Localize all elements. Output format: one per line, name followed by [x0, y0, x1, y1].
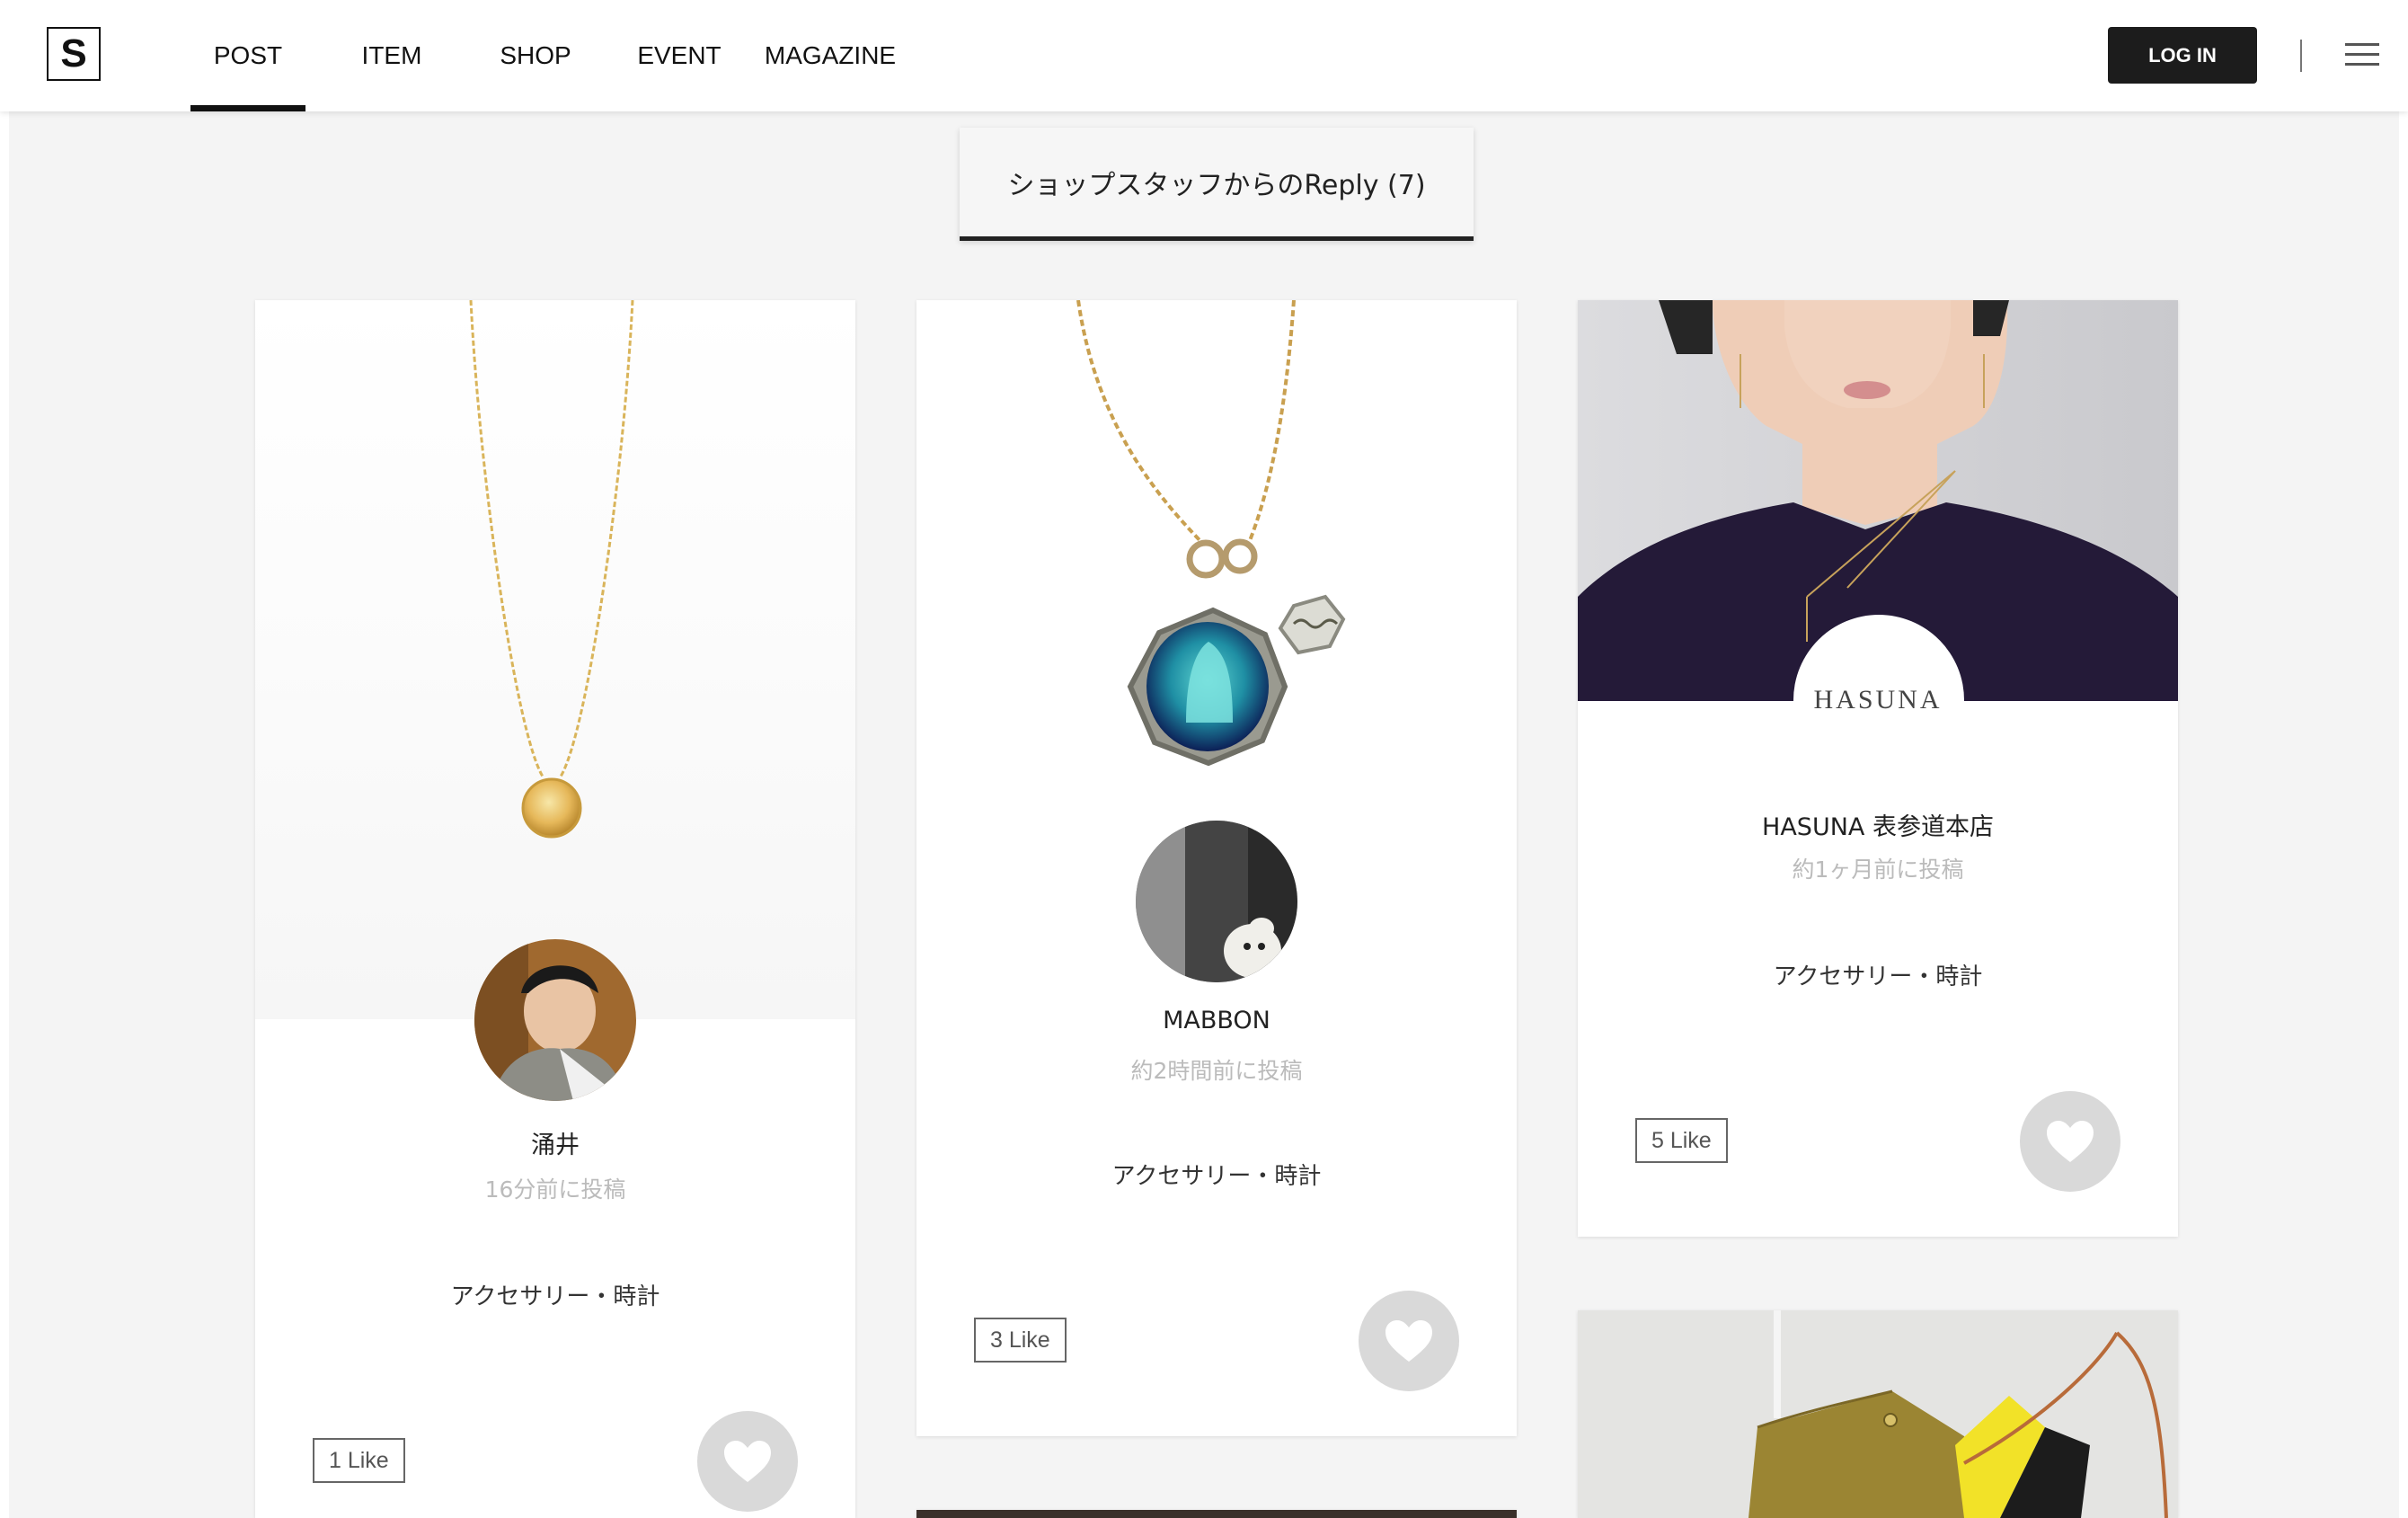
post-time: 約2時間前に投稿	[1130, 1058, 1303, 1084]
page-frame-left	[0, 111, 9, 1518]
like-count: 3 Like	[974, 1318, 1067, 1363]
poster-name[interactable]: MABBON	[916, 1007, 1517, 1034]
heart-icon	[1385, 1320, 1432, 1362]
site-header: S POST ITEM SHOP EVENT MAGAZINE LOG IN	[0, 0, 2408, 111]
page-frame-right	[2399, 111, 2408, 1518]
site-logo[interactable]: S	[47, 27, 101, 81]
nav-magazine[interactable]: MAGAZINE	[758, 0, 902, 111]
category-label[interactable]: アクセサリー・時計	[916, 1158, 1517, 1191]
avatar[interactable]	[1136, 821, 1297, 982]
nav-event[interactable]: EVENT	[629, 0, 730, 111]
login-button[interactable]: LOG IN	[2108, 27, 2257, 84]
like-button[interactable]	[2020, 1091, 2120, 1192]
hamburger-menu-icon[interactable]	[2345, 43, 2379, 68]
nav-shop[interactable]: SHOP	[492, 0, 579, 111]
post-card[interactable]	[916, 1510, 1517, 1518]
like-count: 1 Like	[313, 1438, 405, 1483]
header-divider	[2300, 40, 2302, 72]
post-time: 約1ヶ月前に投稿	[1792, 857, 1964, 883]
tab-shop-staff-reply[interactable]: ショップスタッフからのReply (7)	[960, 128, 1474, 241]
nav-post[interactable]: POST	[190, 0, 305, 111]
nav-item[interactable]: ITEM	[349, 0, 435, 111]
product-photo	[916, 300, 1517, 803]
product-photo	[1578, 1310, 2178, 1518]
post-card[interactable]: 涌井 16分前に投稿 アクセサリー・時計 1 Like	[255, 300, 855, 1518]
post-card[interactable]	[1578, 1310, 2178, 1518]
brand-logo: HASUNA	[1813, 685, 1943, 715]
poster-name[interactable]: HASUNA 表参道本店	[1578, 807, 2178, 842]
category-label[interactable]: アクセサリー・時計	[1578, 958, 2178, 991]
heart-icon	[2047, 1121, 2094, 1162]
like-button[interactable]	[697, 1411, 798, 1512]
poster-name[interactable]: 涌井	[255, 1125, 855, 1160]
post-card[interactable]: HASUNA HASUNA 表参道本店 約1ヶ月前に投稿 アクセサリー・時計 5…	[1578, 300, 2178, 1237]
post-time: 16分前に投稿	[484, 1176, 626, 1203]
heart-icon	[724, 1441, 771, 1482]
avatar[interactable]	[474, 939, 636, 1101]
like-count: 5 Like	[1635, 1118, 1728, 1163]
post-card[interactable]: MABBON 約2時間前に投稿 アクセサリー・時計 3 Like	[916, 300, 1517, 1436]
product-photo	[255, 300, 855, 1019]
like-button[interactable]	[1359, 1291, 1459, 1391]
category-label[interactable]: アクセサリー・時計	[255, 1278, 855, 1311]
product-photo	[916, 1510, 1517, 1518]
